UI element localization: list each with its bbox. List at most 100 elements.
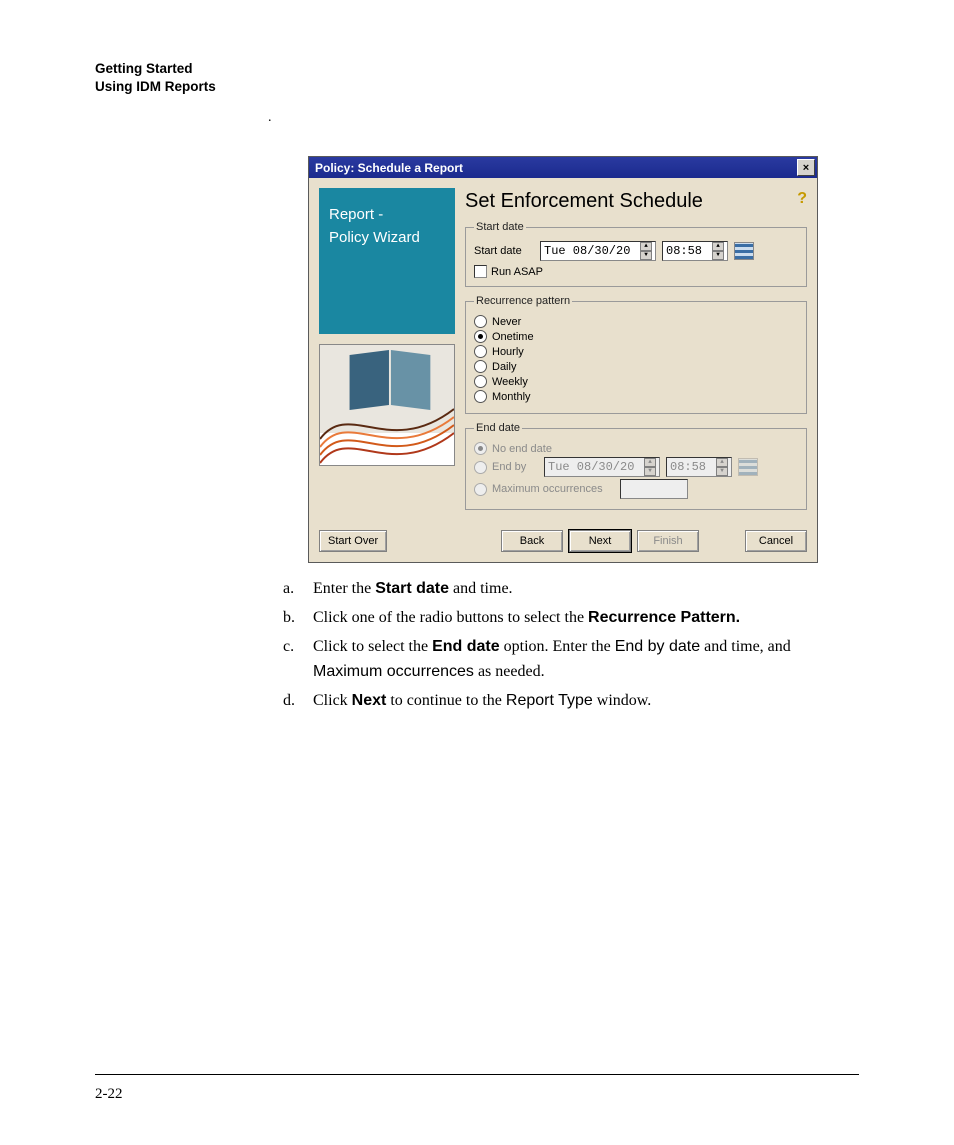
recurrence-monthly-label: Monthly: [492, 391, 531, 403]
close-icon[interactable]: ×: [797, 159, 815, 176]
instruction-a-text: Enter the Start date and time.: [313, 577, 859, 602]
instruction-d-text: Click Next to continue to the Report Typ…: [313, 689, 859, 714]
no-end-date-label: No end date: [492, 443, 552, 455]
ui-term: Report Type: [506, 692, 593, 709]
text: option. Enter the: [500, 638, 615, 655]
instruction-a: a. Enter the Start date and time.: [283, 577, 859, 602]
recurrence-never[interactable]: Never: [474, 315, 800, 328]
start-time-value: 08:58: [666, 244, 702, 258]
no-end-date-radio[interactable]: No end date: [474, 442, 800, 455]
cancel-button[interactable]: Cancel: [745, 530, 807, 552]
wizard-illustration: [319, 344, 455, 466]
recurrence-legend: Recurrence pattern: [474, 295, 572, 307]
start-over-button[interactable]: Start Over: [319, 530, 387, 552]
text: and time, and: [700, 638, 791, 655]
start-time-field[interactable]: 08:58 ▲▼: [662, 241, 728, 261]
ui-term: End by date: [615, 638, 700, 655]
wizard-title-1: Report -: [329, 204, 445, 227]
instruction-d: d. Click Next to continue to the Report …: [283, 689, 859, 714]
recurrence-hourly-label: Hourly: [492, 346, 524, 358]
start-date-row: Start date Tue 08/30/20 ▲▼ 08:58 ▲▼: [474, 241, 800, 261]
recurrence-monthly[interactable]: Monthly: [474, 390, 800, 403]
bold-text: Start date: [375, 580, 449, 597]
finish-button: Finish: [637, 530, 699, 552]
checkbox-icon: [474, 265, 487, 278]
dialog-screenshot: Policy: Schedule a Report × Report - Pol…: [308, 156, 859, 563]
radio-icon: [474, 390, 487, 403]
instruction-d-marker: d.: [283, 689, 313, 714]
dialog-heading: Set Enforcement Schedule: [465, 190, 703, 213]
max-occ-row: Maximum occurrences: [474, 479, 800, 499]
next-button[interactable]: Next: [569, 530, 631, 552]
date-spinner-icon: ▲▼: [644, 458, 656, 476]
start-date-legend: Start date: [474, 221, 526, 233]
instruction-a-marker: a.: [283, 577, 313, 602]
start-date-field[interactable]: Tue 08/30/20 ▲▼: [540, 241, 656, 261]
run-asap-checkbox[interactable]: Run ASAP: [474, 265, 800, 278]
date-spinner-icon[interactable]: ▲▼: [640, 242, 652, 260]
running-header: Getting Started Using IDM Reports: [95, 60, 859, 96]
radio-disabled-icon: [474, 483, 487, 496]
recurrence-weekly-label: Weekly: [492, 376, 528, 388]
run-asap-label: Run ASAP: [491, 266, 543, 278]
recurrence-weekly[interactable]: Weekly: [474, 375, 800, 388]
text: Click to select the: [313, 638, 432, 655]
start-date-value: Tue 08/30/20: [544, 244, 630, 258]
end-by-date-value: Tue 08/30/20: [548, 460, 634, 474]
start-date-group: Start date Start date Tue 08/30/20 ▲▼ 08…: [465, 221, 807, 287]
back-button[interactable]: Back: [501, 530, 563, 552]
titlebar-text: Policy: Schedule a Report: [315, 161, 463, 175]
end-by-label: End by: [492, 461, 526, 473]
figure-dot: .: [268, 110, 272, 126]
wizard-title-panel: Report - Policy Wizard: [319, 188, 455, 334]
instruction-list: a. Enter the Start date and time. b. Cli…: [283, 577, 859, 713]
calendar-icon[interactable]: [734, 242, 754, 260]
start-date-label: Start date: [474, 245, 534, 257]
end-date-legend: End date: [474, 422, 522, 434]
bold-text: Next: [352, 692, 387, 709]
button-row: Start Over Back Next Finish Cancel: [309, 524, 817, 562]
recurrence-never-label: Never: [492, 316, 521, 328]
help-icon[interactable]: ?: [797, 190, 807, 208]
radio-icon: [474, 345, 487, 358]
time-spinner-icon[interactable]: ▲▼: [712, 242, 724, 260]
radio-selected-disabled-icon: [474, 442, 487, 455]
radio-icon: [474, 375, 487, 388]
instruction-c: c. Click to select the End date option. …: [283, 635, 859, 685]
max-occurrences-field: [620, 479, 688, 499]
text: Enter the: [313, 580, 375, 597]
wizard-title-2: Policy Wizard: [329, 227, 445, 250]
page-number: 2-22: [95, 1086, 123, 1103]
header-line2: Using IDM Reports: [95, 78, 859, 96]
text: window.: [593, 692, 652, 709]
radio-icon: [474, 360, 487, 373]
text: Click one of the radio buttons to select…: [313, 609, 588, 626]
recurrence-onetime[interactable]: Onetime: [474, 330, 800, 343]
instruction-b-marker: b.: [283, 606, 313, 631]
recurrence-onetime-label: Onetime: [492, 331, 534, 343]
recurrence-daily[interactable]: Daily: [474, 360, 800, 373]
ui-term: Maximum occurrences: [313, 663, 474, 680]
text: and time.: [449, 580, 513, 597]
header-line1: Getting Started: [95, 61, 193, 76]
recurrence-daily-label: Daily: [492, 361, 516, 373]
bold-text: Recurrence Pattern.: [588, 609, 740, 626]
policy-dialog: Policy: Schedule a Report × Report - Pol…: [308, 156, 818, 563]
dialog-main: Set Enforcement Schedule ? Start date St…: [465, 188, 807, 518]
titlebar[interactable]: Policy: Schedule a Report ×: [309, 157, 817, 178]
text: to continue to the: [386, 692, 506, 709]
max-occurrences-radio[interactable]: Maximum occurrences: [474, 483, 614, 496]
end-date-group: End date No end date End by Tue 08/3: [465, 422, 807, 510]
end-by-time-value: 08:58: [670, 460, 706, 474]
text: Click: [313, 692, 352, 709]
bold-text: End date: [432, 638, 500, 655]
recurrence-group: Recurrence pattern Never Onetime Hourly: [465, 295, 807, 414]
recurrence-hourly[interactable]: Hourly: [474, 345, 800, 358]
max-occurrences-label: Maximum occurrences: [492, 483, 603, 495]
wizard-sidebar: Report - Policy Wizard: [319, 188, 455, 518]
instruction-c-text: Click to select the End date option. Ent…: [313, 635, 859, 685]
end-by-radio[interactable]: End by: [474, 461, 538, 474]
radio-icon: [474, 315, 487, 328]
calendar-icon-disabled: [738, 458, 758, 476]
end-by-date-field: Tue 08/30/20 ▲▼: [544, 457, 660, 477]
